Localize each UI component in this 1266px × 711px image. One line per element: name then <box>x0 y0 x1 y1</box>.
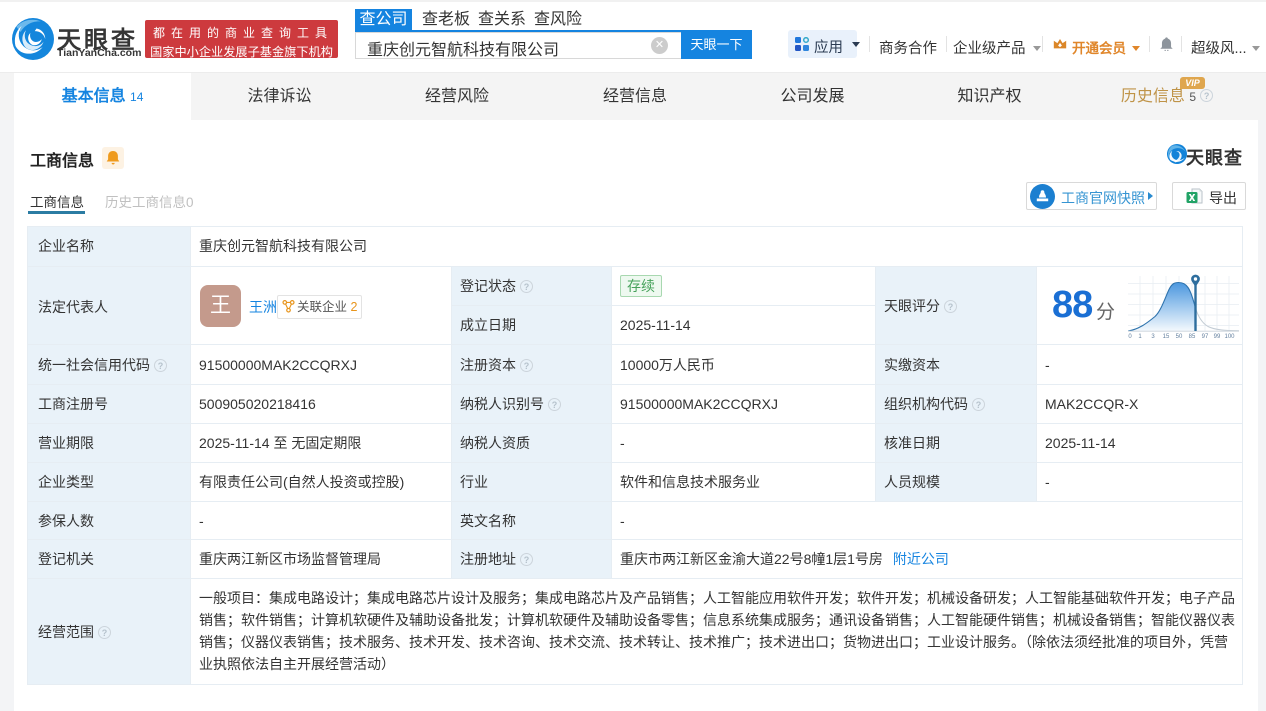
svg-text:15: 15 <box>1163 334 1170 340</box>
svg-text:50: 50 <box>1176 334 1183 340</box>
svg-text:0: 0 <box>1128 334 1132 340</box>
svg-text:1: 1 <box>1138 334 1142 340</box>
svg-text:3: 3 <box>1151 334 1155 340</box>
svg-text:100: 100 <box>1224 334 1235 340</box>
svg-text:85: 85 <box>1189 334 1196 340</box>
svg-text:97: 97 <box>1202 334 1209 340</box>
svg-text:99: 99 <box>1214 334 1221 340</box>
